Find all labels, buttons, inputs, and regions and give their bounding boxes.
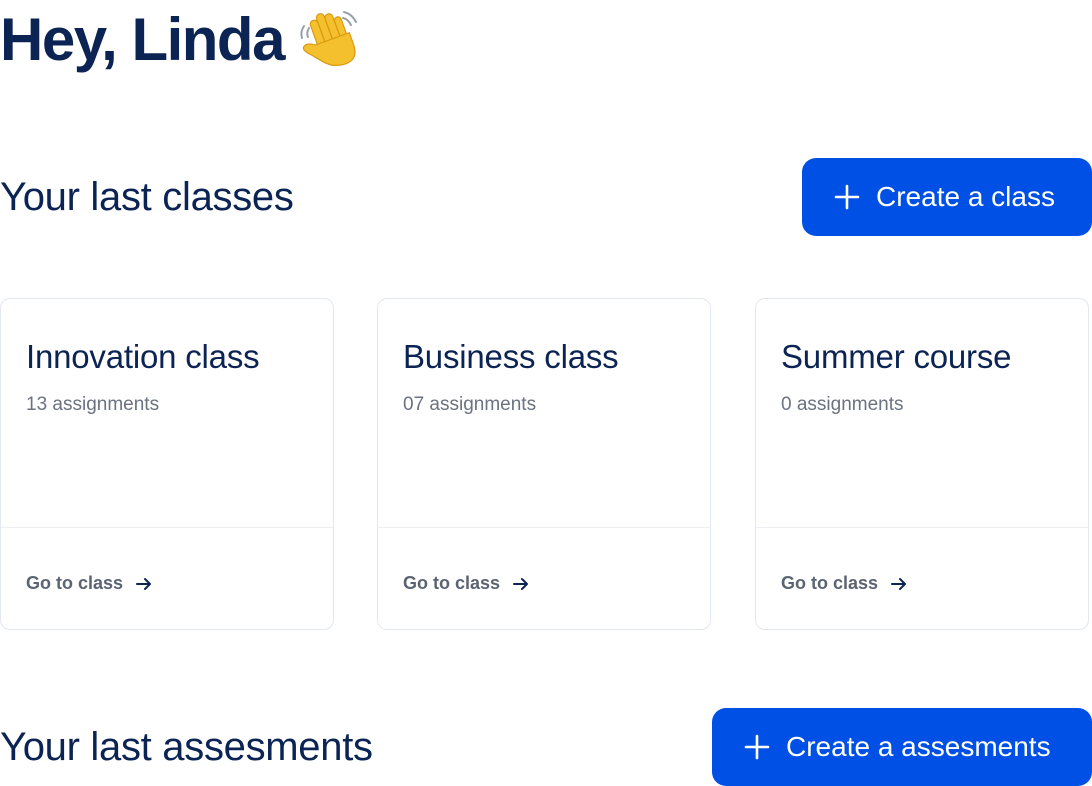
greeting-header: Hey, Linda <box>0 4 364 76</box>
go-to-class-label: Go to class <box>781 573 879 593</box>
greeting-text: Hey, Linda <box>0 6 285 73</box>
class-card-business[interactable]: Business class 07 assignments Go to clas… <box>377 298 711 630</box>
create-assessment-button[interactable]: Create a assesments <box>712 708 1092 786</box>
waving-hand-icon <box>300 11 357 67</box>
plus-icon <box>834 184 860 210</box>
go-to-class-label: Go to class <box>26 573 124 593</box>
go-to-class-label: Go to class <box>403 573 501 593</box>
assignment-count: 07 assignments <box>403 394 537 415</box>
arrow-right-icon <box>891 577 907 590</box>
go-to-class-link[interactable]: Go to class <box>403 573 530 594</box>
assignment-count: 0 assignments <box>781 394 904 415</box>
dashboard-page: Hey, Linda Your last classes Create a cl… <box>0 0 1092 786</box>
create-class-label: Create a class <box>876 181 1055 212</box>
go-to-class-link[interactable]: Go to class <box>781 573 908 594</box>
assignment-count: 13 assignments <box>26 394 160 415</box>
card-divider <box>378 527 710 528</box>
arrow-right-icon <box>136 577 152 590</box>
class-title: Innovation class <box>26 338 260 375</box>
create-assessment-label: Create a assesments <box>786 731 1051 762</box>
arrow-right-icon <box>513 577 529 590</box>
class-title: Business class <box>403 338 619 375</box>
go-to-class-link[interactable]: Go to class <box>26 573 153 594</box>
create-class-button[interactable]: Create a class <box>802 158 1092 236</box>
class-title: Summer course <box>781 338 1012 375</box>
classes-section-title: Your last classes <box>0 175 294 219</box>
plus-icon <box>744 734 770 760</box>
class-card-summer[interactable]: Summer course 0 assignments Go to class <box>755 298 1089 630</box>
assessments-section-title: Your last assesments <box>0 725 373 769</box>
card-divider <box>756 527 1088 528</box>
card-divider <box>1 527 333 528</box>
class-card-innovation[interactable]: Innovation class 13 assignments Go to cl… <box>0 298 334 630</box>
